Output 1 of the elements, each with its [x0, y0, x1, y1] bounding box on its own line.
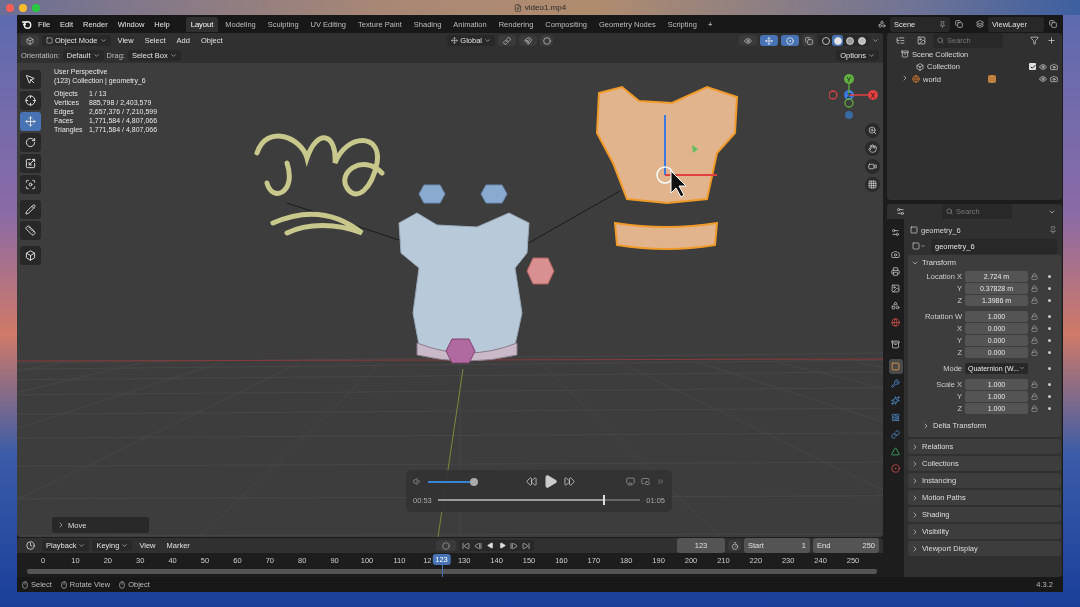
- window-title: video1.mp4: [524, 3, 567, 12]
